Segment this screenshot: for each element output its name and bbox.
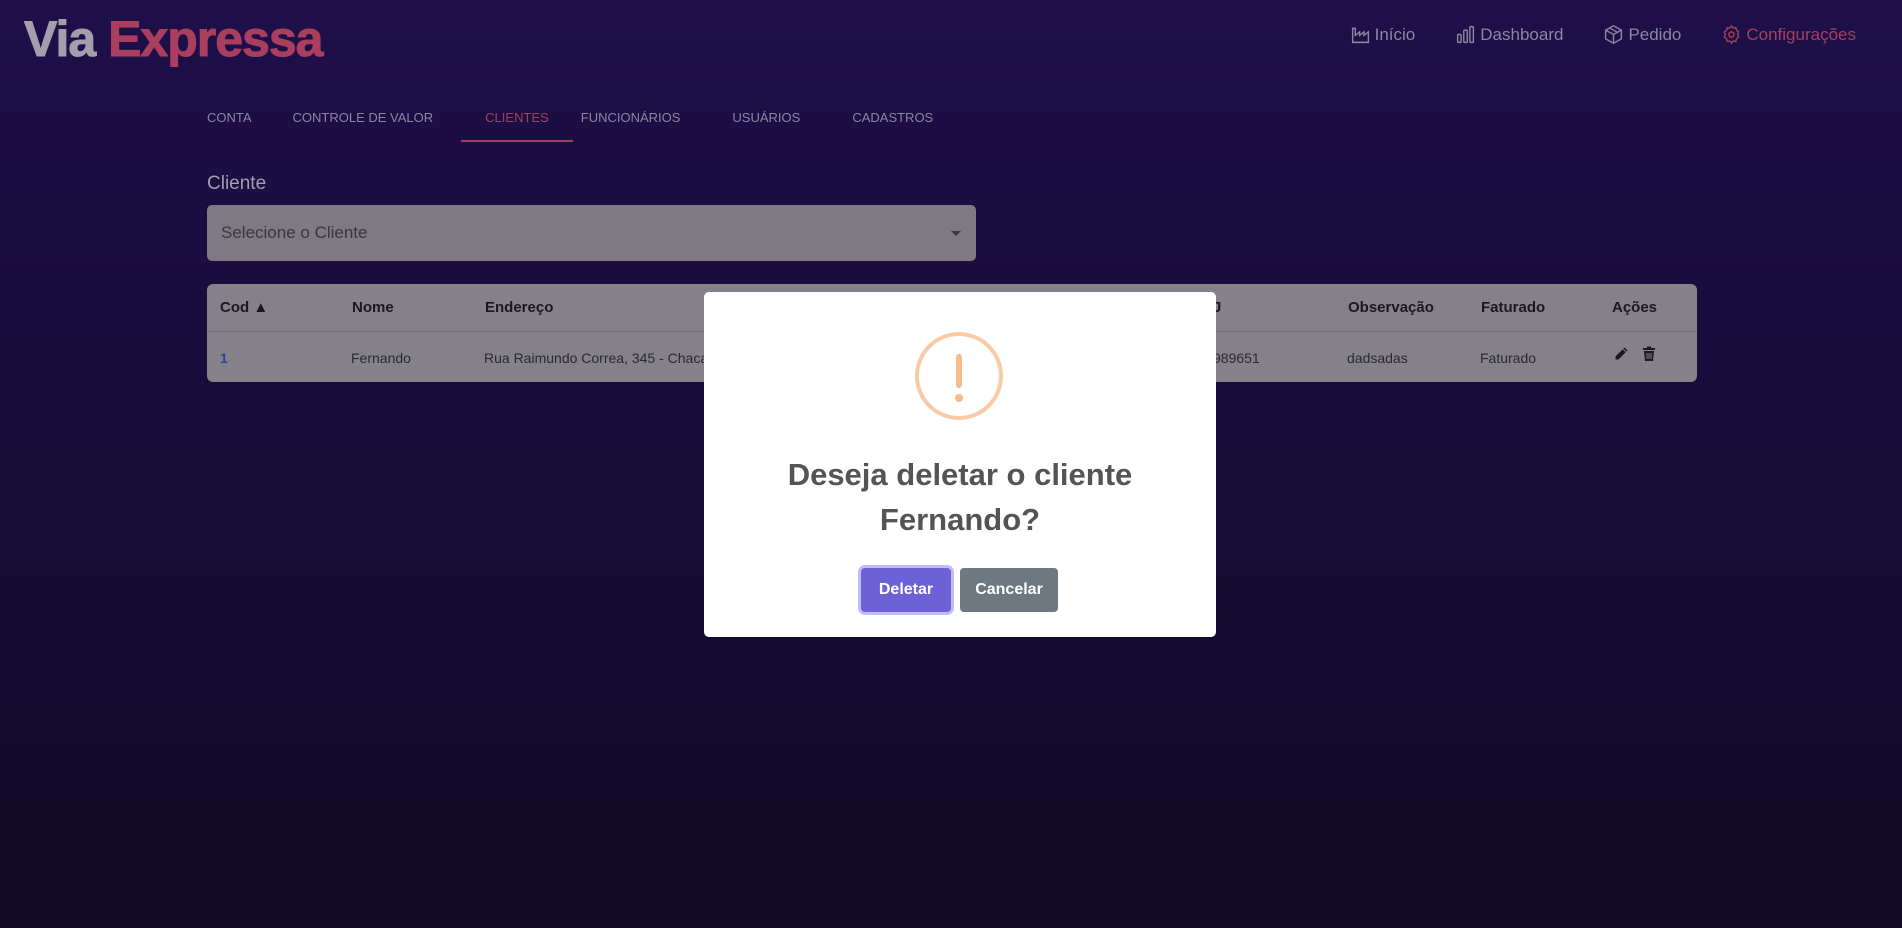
cancel-button[interactable]: Cancelar (960, 568, 1058, 612)
delete-confirm-button[interactable]: Deletar (861, 568, 951, 612)
warning-icon (915, 332, 1003, 420)
confirm-delete-dialog: Deseja deletar o cliente Fernando? Delet… (704, 292, 1216, 637)
dialog-title: Deseja deletar o cliente Fernando? (787, 457, 1133, 537)
